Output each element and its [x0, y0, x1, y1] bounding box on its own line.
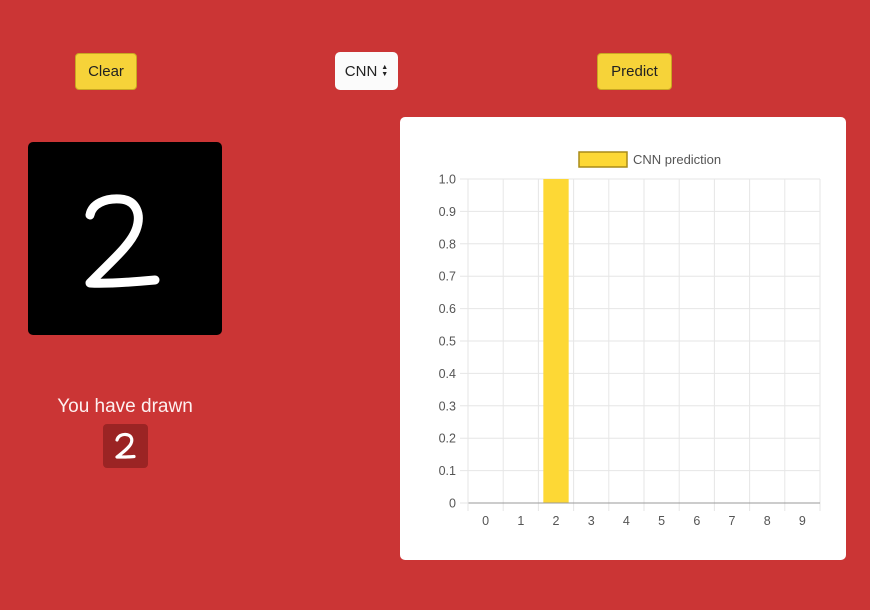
x-tick-label: 8 [764, 514, 771, 528]
model-select[interactable]: CNN ▲ ▼ [335, 52, 398, 90]
y-tick-label: 0.6 [439, 302, 456, 316]
y-tick-label: 0.3 [439, 399, 456, 413]
x-tick-label: 3 [588, 514, 595, 528]
select-arrows-icon: ▲ ▼ [381, 64, 389, 78]
prediction-chart: 0 0.1 0.2 0.3 0.4 0.5 0.6 0.7 0.8 0.9 1.0 0 1 2 3 4 5 6 7 8… [400, 117, 846, 560]
predicted-digit-glyph [115, 432, 136, 459]
drawn-digit-stroke [85, 194, 160, 288]
x-tick-label: 2 [553, 514, 560, 528]
prediction-chart-svg: 0 0.1 0.2 0.3 0.4 0.5 0.6 0.7 0.8 0.9 1.0 0 1 2 3 4 5 6 7 8… [439, 151, 821, 528]
legend-label: CNN prediction [633, 152, 721, 167]
y-tick-label: 0.7 [439, 270, 456, 284]
x-tick-label: 7 [729, 514, 736, 528]
y-tick-label: 0 [449, 497, 456, 511]
y-tick-label: 0.4 [439, 367, 456, 381]
drawn-label: You have drawn [57, 396, 193, 417]
legend-swatch [578, 151, 628, 168]
predict-button[interactable]: Predict [597, 53, 672, 90]
x-tick-label: 6 [693, 514, 700, 528]
predicted-digit-badge [103, 424, 148, 468]
x-tick-label: 9 [799, 514, 806, 528]
bar-2 [543, 179, 569, 503]
y-tick-label: 0.1 [439, 464, 456, 478]
x-tick-label: 0 [482, 514, 489, 528]
y-tick-label: 1.0 [439, 173, 456, 187]
clear-button[interactable]: Clear [75, 53, 137, 90]
y-tick-label: 0.9 [439, 205, 456, 219]
model-select-value: CNN [344, 62, 378, 80]
x-tick-label: 1 [517, 514, 524, 528]
x-tick-label: 5 [658, 514, 665, 528]
drawing-canvas[interactable] [28, 142, 222, 335]
y-tick-label: 0.2 [439, 432, 456, 446]
y-tick-label: 0.8 [439, 237, 456, 251]
y-tick-label: 0.5 [439, 335, 456, 349]
x-tick-label: 4 [623, 514, 630, 528]
